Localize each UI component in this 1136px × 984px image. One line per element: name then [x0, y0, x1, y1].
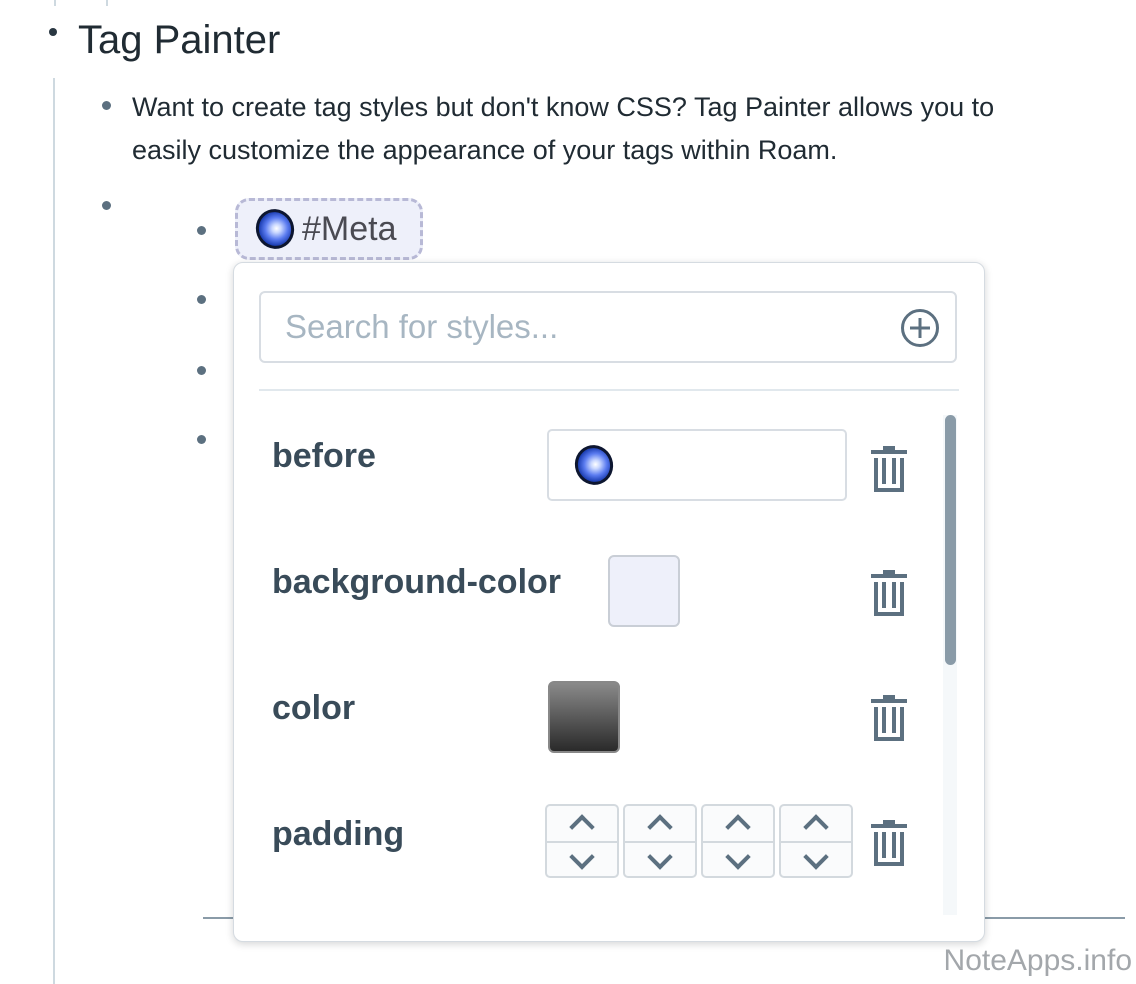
block-bullet-tag[interactable] — [197, 226, 206, 235]
trash-icon[interactable] — [871, 570, 907, 616]
background-color-swatch[interactable] — [608, 555, 680, 627]
chevron-up-icon[interactable] — [725, 814, 751, 840]
chevron-down-icon[interactable] — [803, 844, 829, 870]
outline-guide-top — [54, 0, 56, 6]
watermark: NoteApps.info — [943, 944, 1132, 977]
block-bullet-child-2[interactable] — [197, 295, 206, 304]
trash-icon[interactable] — [871, 446, 907, 492]
style-label-padding: padding — [272, 815, 405, 853]
style-label-color: color — [272, 689, 356, 727]
block-bullet-description[interactable] — [102, 101, 111, 110]
scrollbar-thumb[interactable] — [945, 415, 956, 665]
chevron-up-icon[interactable] — [647, 814, 673, 840]
style-label-before: before — [272, 437, 376, 475]
outline-guide-main — [53, 78, 55, 984]
tag-label: #Meta — [302, 209, 397, 248]
chevron-up-icon[interactable] — [569, 814, 595, 840]
trash-icon[interactable] — [871, 695, 907, 741]
block-bullet-child-4[interactable] — [197, 435, 206, 444]
padding-stepper-top[interactable] — [545, 804, 619, 878]
outline-guide-top-2 — [106, 0, 108, 6]
padding-stepper-bottom[interactable] — [701, 804, 775, 878]
chevron-down-icon[interactable] — [569, 844, 595, 870]
chevron-down-icon[interactable] — [725, 844, 751, 870]
block-bullet-empty[interactable] — [102, 201, 111, 210]
description-text: Want to create tag styles but don't know… — [132, 92, 995, 165]
chevron-down-icon[interactable] — [647, 844, 673, 870]
trash-icon[interactable] — [871, 820, 907, 866]
block-bullet-child-3[interactable] — [197, 366, 206, 375]
tag-painter-popover: before background-color color padding — [233, 262, 985, 942]
divider — [259, 389, 959, 391]
padding-stepper-left[interactable] — [779, 804, 853, 878]
style-label-background-color: background-color — [272, 563, 562, 601]
before-value-input[interactable] — [547, 429, 847, 501]
style-search — [259, 291, 957, 363]
nebula-icon — [250, 203, 300, 255]
nebula-icon — [569, 439, 619, 491]
color-swatch[interactable] — [548, 681, 620, 753]
padding-stepper-right[interactable] — [623, 804, 697, 878]
page-title: Tag Painter — [78, 18, 281, 62]
plus-circle-icon[interactable] — [901, 309, 939, 347]
block-bullet-title[interactable] — [49, 28, 57, 36]
chevron-up-icon[interactable] — [803, 814, 829, 840]
tag-meta[interactable]: #Meta — [235, 198, 423, 260]
search-input[interactable] — [261, 293, 955, 361]
